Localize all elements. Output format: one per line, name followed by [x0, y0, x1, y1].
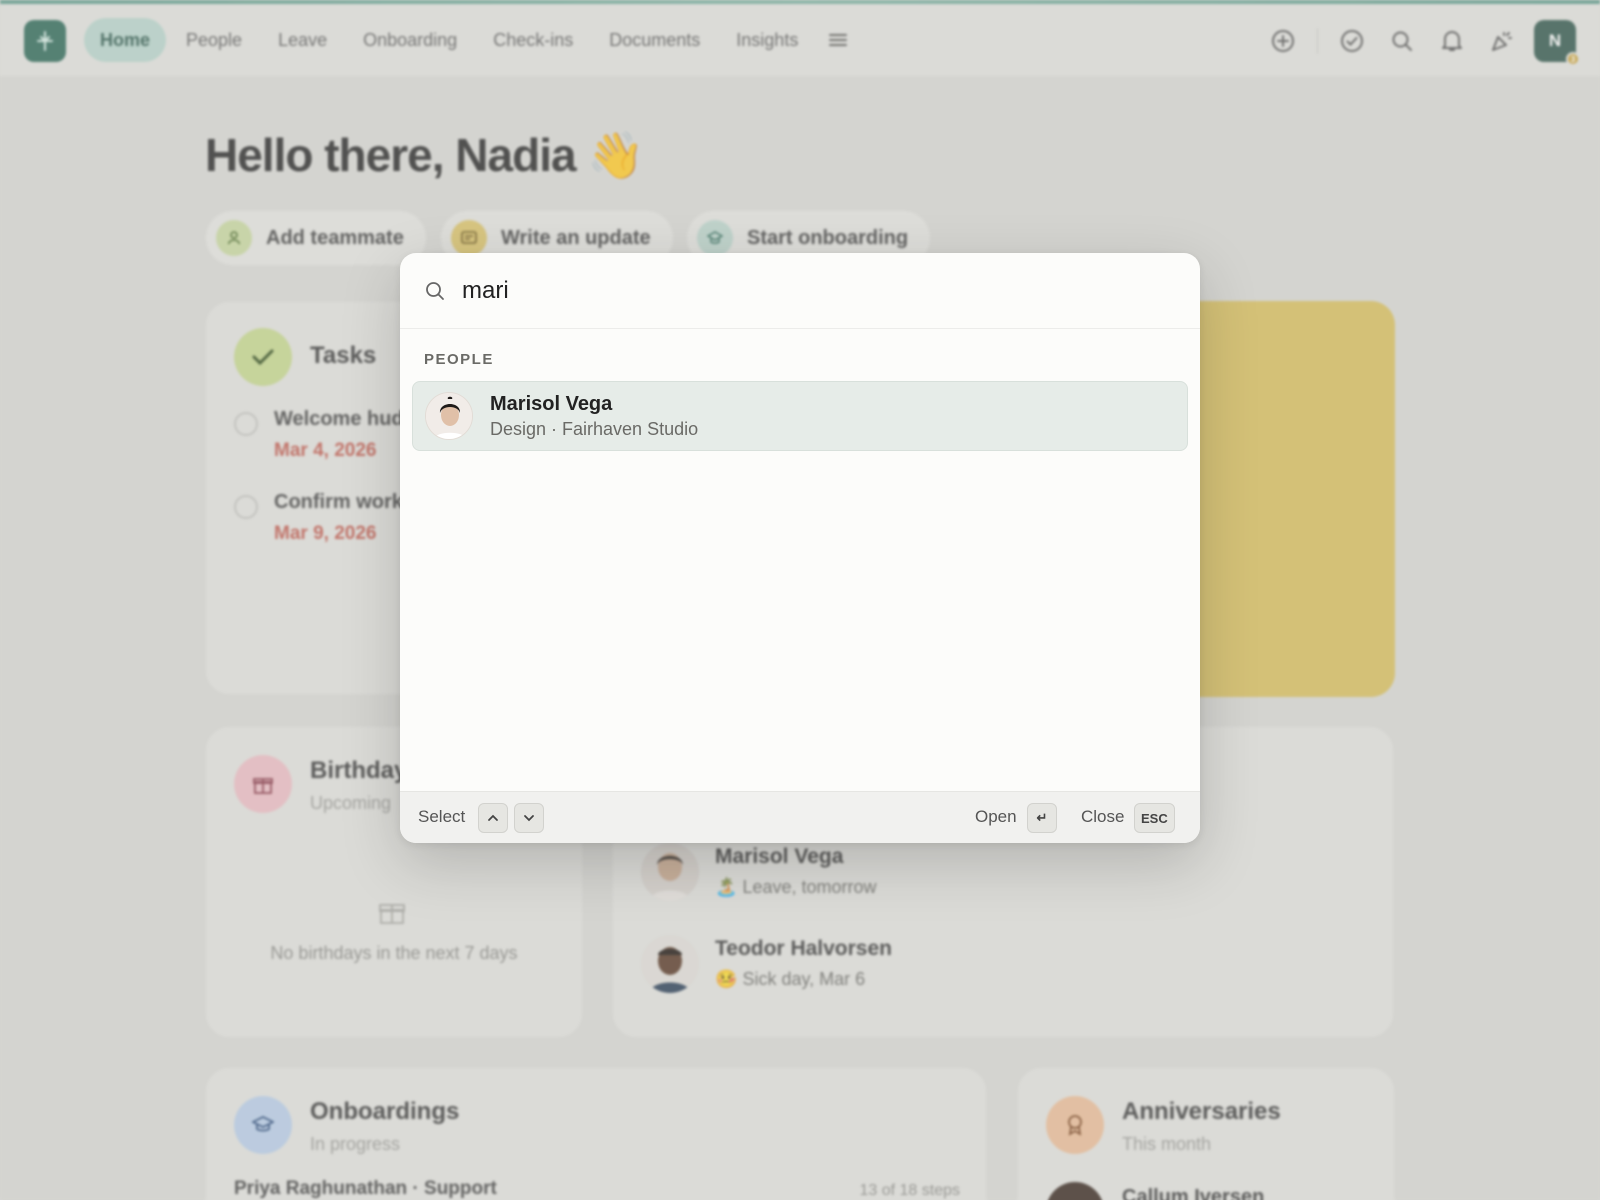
- result-detail: Design · Fairhaven Studio: [490, 419, 699, 439]
- enter-key[interactable]: ↵: [1027, 803, 1057, 833]
- select-hint-label: Select: [418, 807, 466, 826]
- search-palette: PEOPLE Marisol Vega Design · Fairhaven S…: [400, 253, 1200, 843]
- result-name: Marisol Vega: [490, 393, 613, 415]
- arrow-down-key[interactable]: [514, 803, 544, 833]
- escape-key[interactable]: ESC: [1134, 803, 1175, 833]
- open-hint-label: Open: [975, 807, 1017, 826]
- search-icon: [426, 282, 444, 300]
- results-section-label: PEOPLE: [424, 351, 494, 368]
- avatar: [425, 392, 473, 440]
- search-bar: [400, 253, 1200, 329]
- search-input[interactable]: [462, 271, 1162, 311]
- chevron-up-icon: [488, 814, 498, 821]
- search-result-person[interactable]: Marisol Vega Design · Fairhaven Studio: [412, 381, 1188, 451]
- arrow-up-key[interactable]: [478, 803, 508, 833]
- close-hint-label: Close: [1081, 807, 1125, 826]
- palette-footer: Select Open ↵ Close ESC: [400, 791, 1200, 843]
- chevron-down-icon: [524, 815, 534, 822]
